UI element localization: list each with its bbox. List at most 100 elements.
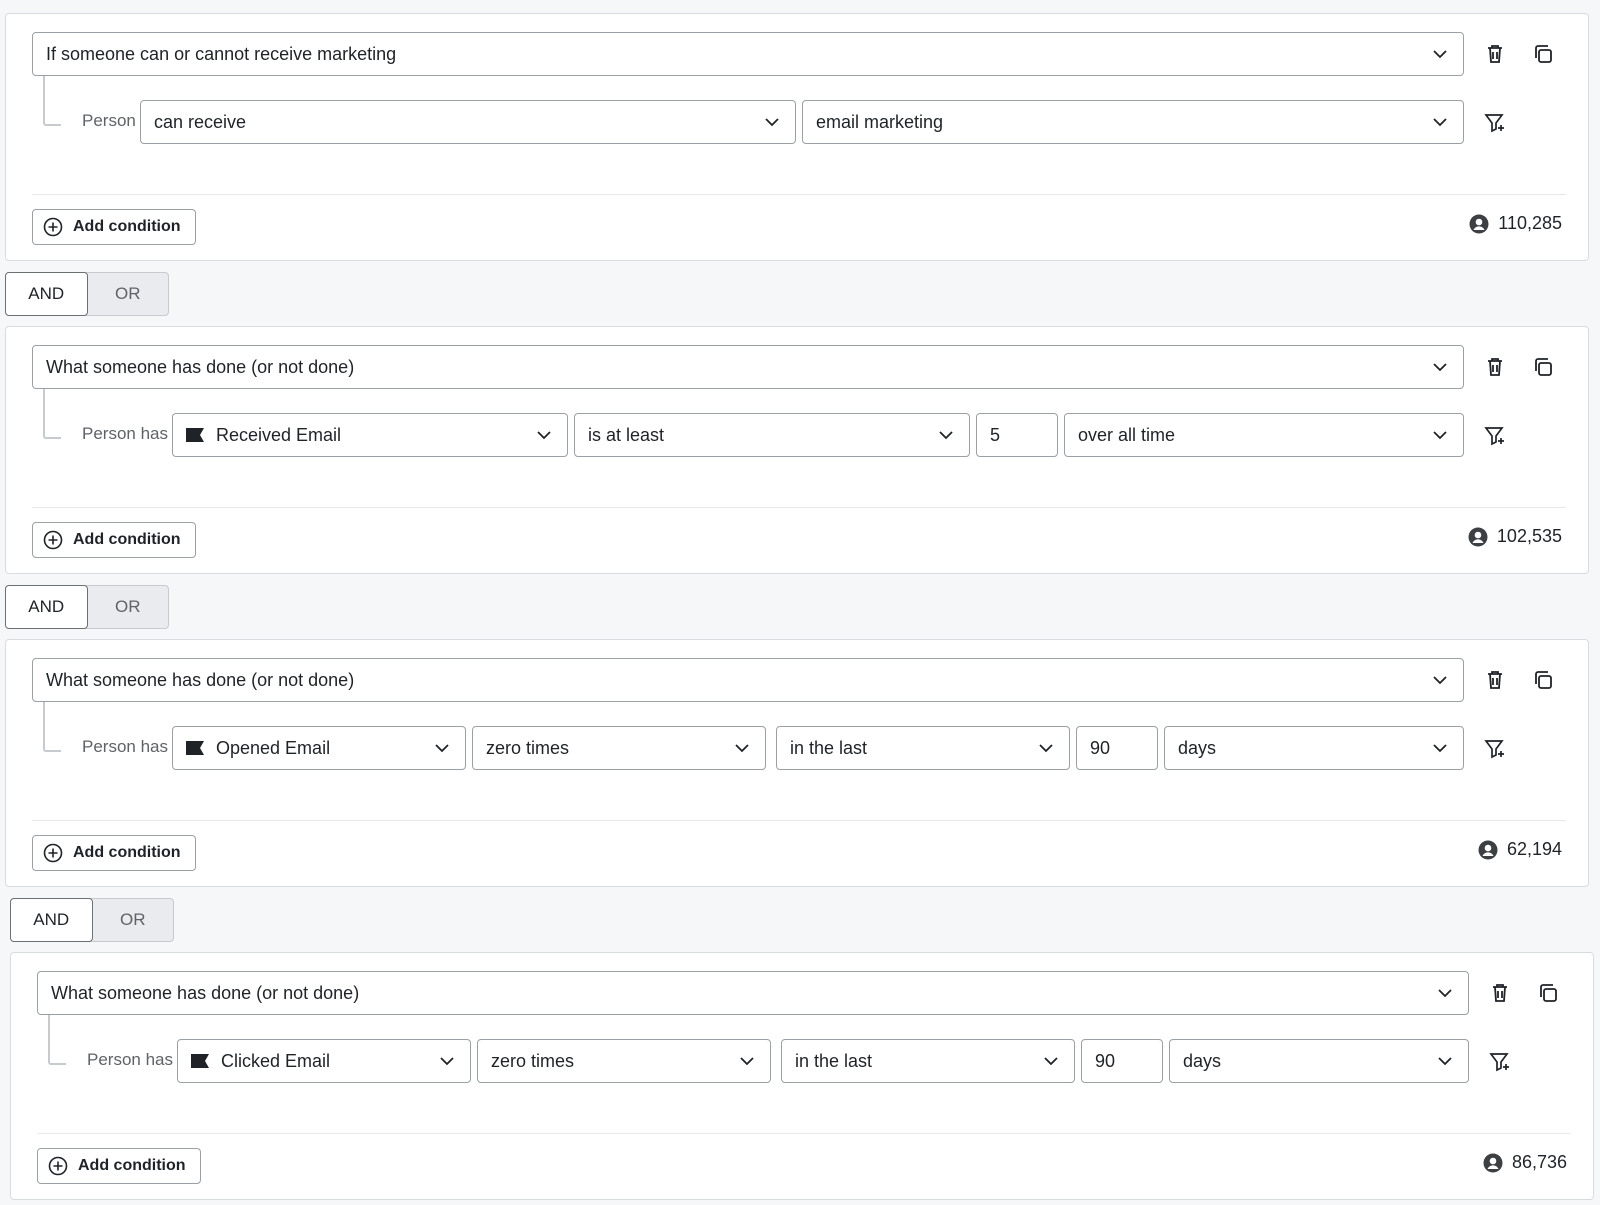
chevron-down-icon [435,744,449,753]
copy-icon[interactable] [1530,354,1556,380]
operator-select[interactable]: is at least [574,413,970,457]
plus-circle-icon [43,530,63,550]
copy-icon[interactable] [1535,980,1561,1006]
person-has-label: Person has [87,1050,173,1069]
add-condition-button[interactable]: Add condition [32,522,196,558]
chevron-down-icon [1433,363,1447,372]
operator-value: zero times [491,1050,575,1071]
trash-icon[interactable] [1487,980,1513,1006]
condition-type-select[interactable]: If someone can or cannot receive marketi… [32,32,1464,76]
filter-add-icon[interactable] [1487,1049,1513,1075]
plus-circle-icon [43,217,63,237]
condition-type-select[interactable]: What someone has done (or not done) [32,345,1464,389]
person-circle-icon [1478,840,1498,859]
chevron-down-icon [735,744,749,753]
person-circle-icon [1483,1153,1503,1172]
profile-count: 110,285 [1469,213,1562,234]
person-has-label: Person has [82,424,168,443]
trash-icon[interactable] [1482,354,1508,380]
receive-select[interactable]: can receive [140,100,796,144]
chevron-down-icon [939,431,953,440]
condition-type-select[interactable]: What someone has done (or not done) [32,658,1464,702]
flag-icon [186,428,204,442]
add-condition-label: Add condition [73,531,181,548]
chevron-down-icon [1433,50,1447,59]
operator-value: zero times [486,737,570,758]
chevron-down-icon [1433,431,1447,440]
metric-select[interactable]: Clicked Email [177,1039,471,1083]
chevron-down-icon [1039,744,1053,753]
tree-connector [43,76,61,126]
add-condition-button[interactable]: Add condition [32,209,196,245]
copy-icon[interactable] [1530,667,1556,693]
add-condition-label: Add condition [73,844,181,861]
chevron-down-icon [440,1057,454,1066]
chevron-down-icon [1433,676,1447,685]
count-input[interactable]: 5 [976,413,1058,457]
timeframe-value: in the last [790,737,868,758]
or-option[interactable]: OR [93,899,174,941]
add-condition-label: Add condition [73,218,181,235]
person-label: Person [82,111,136,130]
condition-block-4: What someone has done (or not done) Pers… [10,952,1594,1200]
chevron-down-icon [1438,1057,1452,1066]
unit-value: days [1178,737,1217,758]
filter-add-icon[interactable] [1482,423,1508,449]
profile-count-value: 62,194 [1506,839,1562,859]
condition-block-1: If someone can or cannot receive marketi… [5,13,1589,261]
chevron-down-icon [537,431,551,440]
days-input[interactable]: 90 [1081,1039,1163,1083]
condition-block-2: What someone has done (or not done) Pers… [5,326,1589,574]
chevron-down-icon [740,1057,754,1066]
channel-select[interactable]: email marketing [802,100,1464,144]
condition-type-value: What someone has done (or not done) [51,982,360,1003]
add-condition-button[interactable]: Add condition [37,1148,201,1184]
condition-type-value: What someone has done (or not done) [46,669,355,690]
trash-icon[interactable] [1482,41,1508,67]
person-circle-icon [1468,527,1488,546]
flag-icon [191,1054,209,1068]
metric-select[interactable]: Opened Email [172,726,466,770]
condition-type-value: What someone has done (or not done) [46,356,355,377]
timeframe-select[interactable]: over all time [1064,413,1464,457]
days-input-value: 90 [1090,737,1111,758]
channel-value: email marketing [816,111,944,132]
condition-type-select[interactable]: What someone has done (or not done) [37,971,1469,1015]
and-option[interactable]: AND [10,898,93,942]
and-option[interactable]: AND [5,272,88,316]
chevron-down-icon [1433,118,1447,127]
tree-connector [43,389,61,439]
count-input-value: 5 [990,424,1001,445]
divider [32,820,1566,821]
tree-connector [43,702,61,752]
flag-icon [186,741,204,755]
divider [32,194,1566,195]
operator-select[interactable]: zero times [472,726,766,770]
filter-add-icon[interactable] [1482,736,1508,762]
receive-value: can receive [154,111,247,132]
operator-select[interactable]: zero times [477,1039,771,1083]
condition-type-value: If someone can or cannot receive marketi… [46,43,397,64]
metric-value: Clicked Email [221,1050,331,1071]
chevron-down-icon [1433,744,1447,753]
timeframe-select[interactable]: in the last [781,1039,1075,1083]
unit-select[interactable]: days [1169,1039,1469,1083]
timeframe-value: over all time [1078,424,1176,445]
and-option[interactable]: AND [5,585,88,629]
or-option[interactable]: OR [88,273,169,315]
and-or-toggle-2: AND OR [5,585,169,629]
trash-icon[interactable] [1482,667,1508,693]
filter-add-icon[interactable] [1482,110,1508,136]
condition-block-3: What someone has done (or not done) Pers… [5,639,1589,887]
chevron-down-icon [1438,989,1452,998]
add-condition-button[interactable]: Add condition [32,835,196,871]
timeframe-select[interactable]: in the last [776,726,1070,770]
tree-connector [48,1015,66,1065]
copy-icon[interactable] [1530,41,1556,67]
timeframe-value: in the last [795,1050,873,1071]
days-input[interactable]: 90 [1076,726,1158,770]
unit-select[interactable]: days [1164,726,1464,770]
or-option[interactable]: OR [88,586,169,628]
metric-select[interactable]: Received Email [172,413,568,457]
and-or-toggle-3: AND OR [10,898,174,942]
